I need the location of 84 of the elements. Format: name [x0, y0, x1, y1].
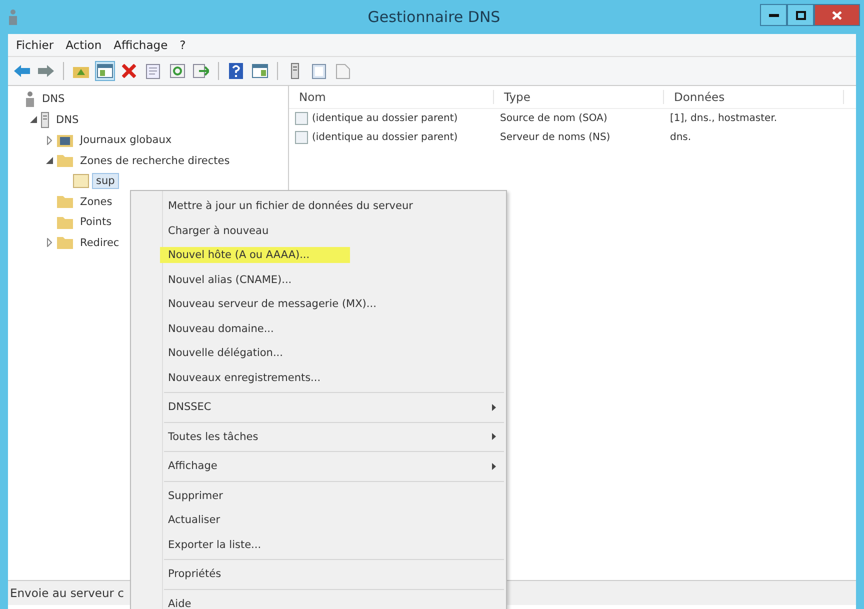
close-icon [832, 10, 842, 20]
logs-folder-icon [57, 133, 73, 148]
context-menu-item[interactable]: Supprimer [160, 488, 263, 504]
minimize-button[interactable] [760, 4, 787, 26]
dns-root-icon [25, 91, 35, 108]
table-cell-text: Source de nom (SOA) [499, 113, 608, 124]
context-menu-item[interactable]: Mettre à jour un fichier de données du serveur [160, 198, 453, 214]
zone-file-icon [73, 174, 89, 188]
column-header[interactable]: Données [664, 90, 844, 104]
table-cell-text: Serveur de noms (NS) [499, 132, 612, 143]
help-icon [229, 63, 243, 79]
menu-item[interactable]: Fichier [10, 38, 60, 52]
context-menu-item[interactable]: DNSSEC [160, 399, 252, 416]
submenu-arrow-icon [492, 433, 496, 440]
list-icon [312, 64, 326, 78]
document-icon [336, 64, 350, 78]
context-menu-item[interactable]: Charger à nouveau [160, 222, 309, 239]
forward-arrow-icon [38, 65, 54, 77]
context-menu-item[interactable]: Exporter la liste... [160, 536, 302, 553]
toolbar-button[interactable] [309, 61, 329, 81]
folder-up-icon [73, 64, 89, 78]
close-button[interactable] [814, 4, 860, 26]
tree-item[interactable]: Redirec [76, 234, 124, 251]
toolbar-button[interactable] [191, 61, 211, 81]
console-tree-icon [97, 64, 113, 78]
action-pane-icon [252, 64, 268, 78]
context-menu-item[interactable]: Nouvel alias (CNAME)... [160, 272, 332, 288]
menu-item[interactable]: Action [60, 38, 108, 52]
menu-item[interactable]: Affichage [108, 38, 174, 52]
context-menu-item[interactable]: Affichage [160, 458, 258, 474]
toolbar-button[interactable] [167, 61, 187, 81]
tree-item[interactable]: sup [92, 173, 119, 190]
collapsed-caret-icon[interactable] [46, 238, 52, 248]
server-icon [41, 112, 49, 128]
server-icon [291, 63, 299, 79]
tree-item[interactable]: Zones [76, 194, 116, 210]
tree-item[interactable]: Points [76, 214, 116, 230]
folder-icon [57, 195, 73, 208]
table-cell: (identique au dossier parent) [289, 131, 494, 144]
context-menu-item[interactable]: Nouvelle délégation... [160, 345, 323, 362]
folder-icon [57, 236, 73, 250]
context-menu-item[interactable]: Aide [160, 596, 232, 609]
toolbar-button[interactable] [250, 61, 270, 81]
tree-item[interactable]: DNS [52, 112, 83, 128]
context-menu-item[interactable]: Nouvel hôte (A ou AAAA)... [160, 247, 350, 264]
status-text: Envoie au serveur c [10, 586, 124, 600]
context-menu-item[interactable]: Nouveaux enregistrements... [160, 370, 361, 386]
context-menu-item[interactable]: Nouveau serveur de messagerie (MX)... [160, 296, 416, 312]
back-arrow-icon [14, 65, 30, 77]
maximize-icon [796, 10, 806, 20]
export-icon [193, 64, 209, 78]
refresh-icon [170, 64, 184, 78]
context-menu-item[interactable]: Propriétés [160, 566, 262, 582]
tree-item[interactable]: Journaux globaux [76, 132, 176, 148]
minimize-icon [768, 14, 778, 16]
maximize-button[interactable] [787, 4, 814, 26]
expanded-caret-icon[interactable] [30, 116, 36, 124]
submenu-arrow-icon [492, 404, 496, 411]
record-icon [295, 112, 308, 125]
context-menu-item[interactable]: Actualiser [160, 512, 260, 528]
context-menu-item[interactable]: Toutes les tâches [160, 428, 298, 445]
tree-item[interactable]: Zones de recherche directes [76, 152, 234, 169]
dns-app-icon [8, 9, 18, 25]
properties-icon [146, 64, 160, 78]
toolbar-button[interactable] [143, 61, 163, 81]
toolbar-button[interactable] [95, 61, 115, 81]
column-header[interactable]: Type [494, 90, 664, 104]
window-title: Gestionnaire DNS [368, 8, 500, 26]
tree-item[interactable]: DNS [38, 91, 69, 108]
expanded-caret-icon[interactable] [46, 157, 52, 164]
toolbar-button[interactable] [119, 61, 139, 81]
table-cell: (identique au dossier parent) [289, 112, 494, 125]
folder-icon [57, 154, 73, 168]
table-cell-text: [1], dns., hostmaster. [669, 113, 778, 124]
submenu-arrow-icon [492, 462, 496, 470]
collapsed-caret-icon[interactable] [46, 136, 52, 145]
column-header[interactable]: Nom [289, 90, 494, 104]
menu-item[interactable]: ? [174, 38, 192, 52]
folder-icon [57, 216, 73, 229]
table-cell-text: dns. [669, 132, 692, 143]
toolbar-button[interactable] [226, 61, 246, 81]
context-menu-item[interactable]: Nouveau domaine... [160, 320, 314, 337]
record-icon [295, 131, 308, 144]
delete-icon [122, 64, 136, 78]
